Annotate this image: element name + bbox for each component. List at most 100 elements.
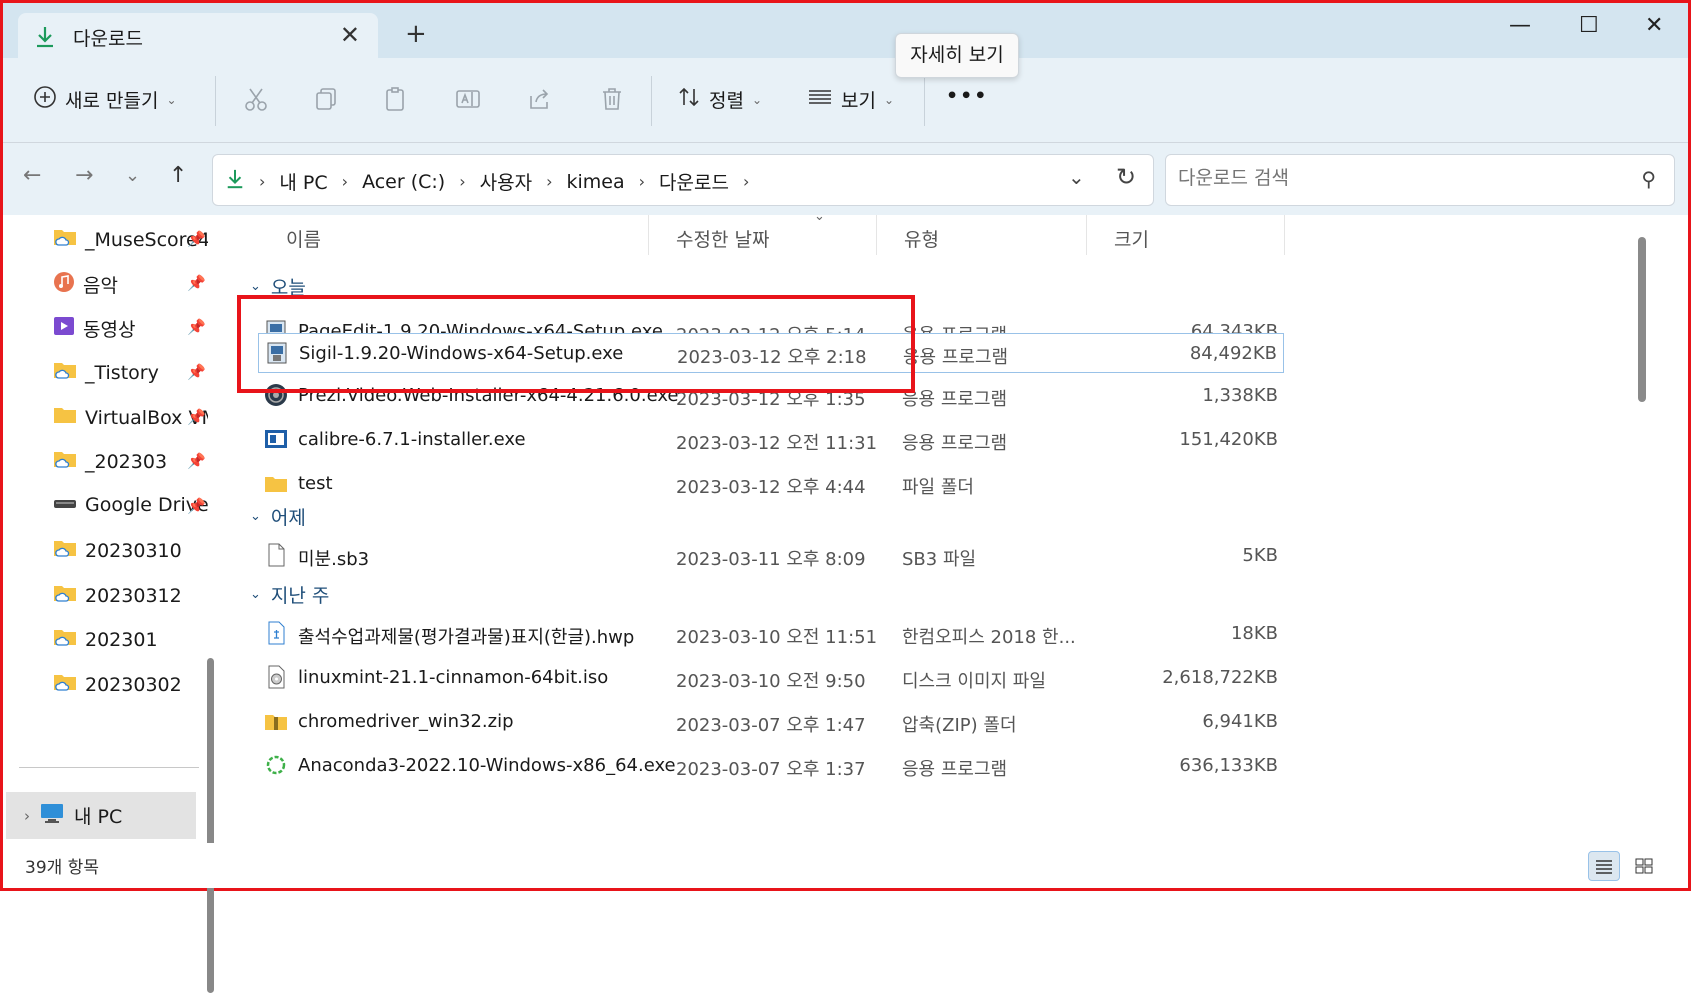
pin-icon[interactable]: 📌 [187, 408, 206, 426]
sidebar-item-label: 20230302 [85, 673, 182, 696]
calibre-icon [264, 426, 288, 452]
breadcrumb-item[interactable]: 사용자 [480, 168, 532, 195]
sidebar-item[interactable]: 음악 [53, 271, 208, 298]
pin-icon[interactable]: 📌 [187, 230, 206, 248]
file-type: SB3 파일 [902, 549, 977, 570]
breadcrumb-item[interactable]: Acer (C:) [362, 171, 445, 193]
pin-icon[interactable]: 📌 [187, 274, 206, 292]
sidebar-item[interactable]: 20230302 [53, 672, 208, 697]
group-header-last-week[interactable]: ⌄ 지난 주 [250, 581, 329, 608]
tiles-view-button[interactable] [1628, 851, 1660, 881]
sidebar-item[interactable]: Google Drive [53, 494, 208, 516]
sidebar-item[interactable]: 202301 [53, 627, 208, 652]
group-header-yesterday[interactable]: ⌄ 어제 [250, 503, 306, 530]
sidebar-item-label: _Tistory [85, 361, 159, 384]
view-button[interactable]: 보기 ⌄ [807, 85, 894, 114]
refresh-icon[interactable]: ↻ [1116, 163, 1136, 191]
download-icon [34, 25, 56, 54]
file-list-scrollbar[interactable] [1632, 215, 1652, 865]
pin-icon[interactable]: 📌 [187, 452, 206, 470]
close-window-button[interactable]: ✕ [1645, 13, 1663, 38]
new-tab-button[interactable]: + [405, 19, 427, 49]
sidebar-item[interactable]: _MuseScore4 [53, 227, 208, 252]
command-bar: 새로 만들기 ⌄ 정렬 ⌄ 보기 ⌄ ••• [3, 58, 1688, 143]
pin-icon[interactable]: 📌 [187, 497, 206, 515]
divider [651, 76, 652, 126]
video-icon [53, 315, 75, 342]
cloud-folder-icon [53, 538, 77, 563]
search-icon[interactable]: ⚲ [1641, 167, 1656, 191]
sidebar-item[interactable]: 동영상 [53, 315, 208, 342]
table-row[interactable]: Anaconda3-2022.10-Windows-x86_64.exe 202… [258, 745, 1284, 787]
sidebar-item[interactable]: _202303 [53, 449, 208, 474]
address-bar[interactable]: › 내 PC › Acer (C:) › 사용자 › kimea › 다운로드 … [212, 154, 1154, 206]
paste-icon[interactable] [383, 86, 409, 118]
divider [924, 76, 925, 126]
column-header-date[interactable]: 수정한 날짜 [676, 225, 769, 252]
file-date: 2023-03-07 오후 1:37 [676, 759, 866, 780]
new-button[interactable]: 새로 만들기 ⌄ [33, 85, 177, 114]
scrollbar-thumb[interactable] [1638, 237, 1646, 402]
scrollbar-thumb[interactable] [207, 658, 214, 993]
table-row[interactable]: 미분.sb3 2023-03-11 오후 8:09 SB3 파일 5KB [258, 535, 1284, 577]
view-label: 보기 [841, 90, 876, 112]
chevron-down-icon: ⌄ [250, 587, 261, 602]
sidebar-item[interactable]: VirtualBox VM [53, 405, 208, 430]
more-options-button[interactable]: ••• [946, 85, 988, 107]
recent-locations-icon[interactable]: ⌄ [125, 165, 140, 186]
up-arrow-icon[interactable]: ↑ [169, 163, 187, 188]
table-row[interactable]: chromedriver_win32.zip 2023-03-07 오후 1:4… [258, 701, 1284, 743]
chevron-down-icon[interactable]: ⌄ [1068, 165, 1085, 189]
details-view-button[interactable] [1588, 851, 1620, 881]
file-type: 파일 폴더 [902, 477, 974, 498]
table-row[interactable]: linuxmint-21.1-cinnamon-64bit.iso 2023-0… [258, 657, 1284, 699]
table-row[interactable]: calibre-6.7.1-installer.exe 2023-03-12 오… [258, 419, 1284, 461]
sidebar-item-label: _202303 [85, 450, 168, 473]
share-icon[interactable] [527, 86, 553, 118]
breadcrumb-item[interactable]: 다운로드 [659, 168, 729, 195]
chevron-down-icon: ⌄ [250, 509, 261, 524]
pin-icon[interactable]: 📌 [187, 318, 206, 336]
folder-icon [264, 470, 288, 496]
tab-downloads[interactable]: 다운로드 ✕ [18, 13, 378, 60]
minimize-button[interactable]: — [1509, 13, 1531, 38]
maximize-button[interactable]: ☐ [1579, 13, 1599, 38]
search-box[interactable]: ⚲ [1165, 154, 1675, 206]
back-arrow-icon[interactable]: ← [23, 163, 41, 188]
sidebar-scrollbar[interactable] [207, 443, 215, 998]
file-date: 2023-03-11 오후 8:09 [676, 549, 866, 570]
hwp-document-icon [264, 620, 288, 646]
file-type: 한컴오피스 2018 한... [902, 627, 1076, 648]
delete-icon[interactable] [599, 86, 625, 118]
pin-icon[interactable]: 📌 [187, 363, 206, 381]
sidebar-item[interactable]: 20230310 [53, 538, 208, 563]
column-header-type[interactable]: 유형 [904, 225, 939, 252]
rename-icon[interactable] [455, 86, 481, 118]
tooltip: 자세히 보기 [895, 33, 1019, 78]
sort-button[interactable]: 정렬 ⌄ [677, 85, 762, 114]
breadcrumb-item[interactable]: kimea [566, 171, 624, 193]
sidebar-item-label: 동영상 [83, 319, 136, 341]
column-divider [1086, 215, 1087, 255]
sidebar-item[interactable]: 20230312 [53, 583, 208, 608]
column-divider [1284, 215, 1285, 255]
forward-arrow-icon[interactable]: → [75, 163, 93, 188]
sidebar-item-label: 20230310 [85, 539, 182, 562]
copy-icon[interactable] [313, 86, 339, 118]
file-name: calibre-6.7.1-installer.exe [298, 429, 526, 450]
sidebar-item[interactable]: _Tistory [53, 360, 208, 385]
tab-title: 다운로드 [73, 28, 143, 50]
file-date: 2023-03-12 오후 4:44 [676, 477, 866, 498]
search-input[interactable] [1178, 167, 1618, 189]
sidebar-item-this-pc[interactable]: › 내 PC [6, 792, 196, 839]
column-header-name[interactable]: 이름 [286, 225, 321, 252]
file-type: 압축(ZIP) 폴더 [902, 715, 1017, 736]
close-tab-button[interactable]: ✕ [340, 21, 360, 49]
table-row[interactable]: 출석수업과제물(평가결과물)표지(한글).hwp 2023-03-10 오전 1… [258, 613, 1284, 655]
breadcrumb-item[interactable]: 내 PC [279, 168, 327, 195]
table-row[interactable]: test 2023-03-12 오후 4:44 파일 폴더 [258, 463, 1284, 505]
column-header-size[interactable]: 크기 [1114, 225, 1149, 252]
list-view-icon [807, 85, 833, 114]
cut-icon[interactable] [243, 86, 269, 118]
chevron-down-icon: ⌄ [751, 92, 763, 107]
